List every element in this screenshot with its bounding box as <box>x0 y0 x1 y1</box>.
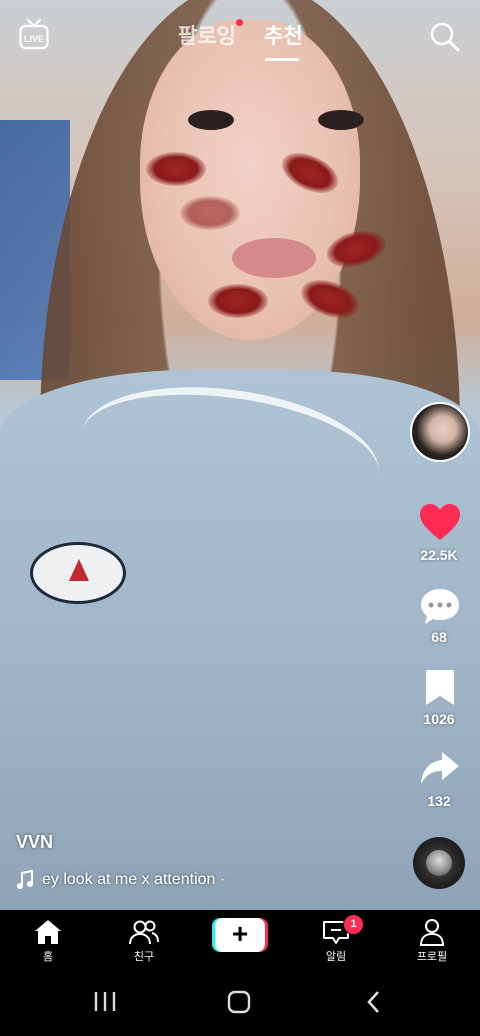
subject-eye-right <box>318 110 364 130</box>
home-system-icon[interactable] <box>227 990 251 1014</box>
nav-friends[interactable]: 친구 <box>104 910 184 964</box>
nav-inbox-label: 알림 <box>325 951 347 963</box>
create-button[interactable]: + <box>212 918 268 952</box>
tab-for-you[interactable]: 추천 <box>264 20 303 50</box>
nav-profile-label: 프로필 <box>416 951 448 963</box>
comment-icon <box>421 589 459 624</box>
share-button[interactable] <box>418 748 462 788</box>
live-button[interactable]: LIVE <box>19 18 49 50</box>
like-count: 22.5K <box>420 547 458 563</box>
bookmark-icon <box>426 670 454 705</box>
music-note-icon <box>17 870 33 889</box>
live-tv-icon: LIVE <box>19 18 49 50</box>
active-tab-indicator <box>265 58 299 61</box>
save-button[interactable] <box>418 668 462 708</box>
kiss-mark <box>180 196 240 230</box>
shirt-badge <box>30 542 126 604</box>
search-button[interactable] <box>429 21 461 53</box>
bottom-nav: 홈 친구 + 알림 프로필 <box>0 910 480 972</box>
system-nav-bar <box>0 972 480 1031</box>
author-avatar[interactable] <box>410 402 470 462</box>
inbox-badge: 1 <box>343 914 364 935</box>
comment-button[interactable] <box>418 586 462 626</box>
save-count: 1026 <box>423 711 455 727</box>
kiss-mark <box>208 284 268 318</box>
music-info[interactable]: ey look at me x attention · <box>16 870 264 890</box>
music-title: ey look at me x attention · <box>42 871 226 888</box>
subject-eye-left <box>188 110 234 130</box>
profile-icon <box>419 919 445 946</box>
heart-icon <box>420 504 460 540</box>
kiss-mark <box>146 152 206 186</box>
svg-text:LIVE: LIVE <box>24 34 44 44</box>
nav-home[interactable]: 홈 <box>8 910 88 964</box>
share-arrow-icon <box>421 752 459 784</box>
search-icon <box>430 22 460 52</box>
friends-icon <box>129 920 159 945</box>
subject-lips <box>232 238 316 278</box>
nav-home-label: 홈 <box>42 951 54 963</box>
share-count: 132 <box>427 793 451 809</box>
tab-following[interactable]: 팔로잉 <box>178 20 236 50</box>
following-notification-dot <box>236 19 243 26</box>
author-name[interactable]: VVN <box>16 832 53 853</box>
back-icon[interactable] <box>367 991 379 1013</box>
video-player[interactable] <box>0 0 480 910</box>
comment-count: 68 <box>431 629 447 645</box>
nav-inbox[interactable]: 알림 <box>296 910 376 964</box>
recent-apps-icon[interactable] <box>94 992 116 1011</box>
like-button[interactable] <box>418 502 462 542</box>
nav-friends-label: 친구 <box>133 951 155 963</box>
plus-icon: + <box>215 918 265 952</box>
home-icon <box>35 920 61 944</box>
nav-profile[interactable]: 프로필 <box>392 910 472 964</box>
music-disc-cover <box>426 850 452 876</box>
